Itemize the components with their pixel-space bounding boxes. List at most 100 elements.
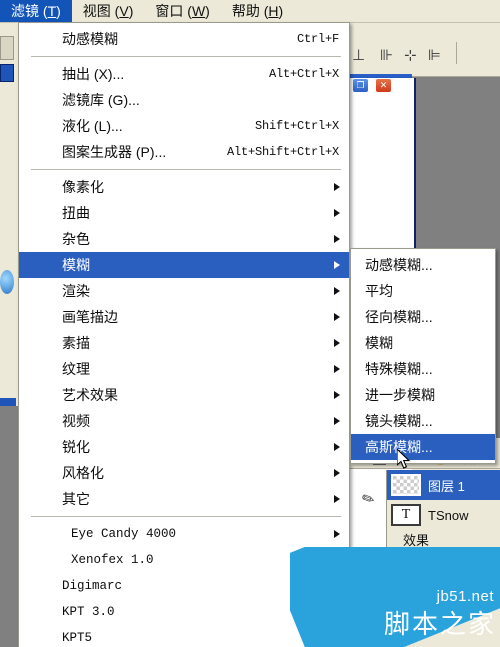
watermark-name: 脚本之家 [383,609,496,639]
menu-item[interactable]: 风格化 [19,460,349,486]
menu-item-label: 滤镜库 (G)... [62,92,140,108]
submenu-item-label: 径向模糊... [365,309,433,325]
menu-item-label: 其它 [62,491,90,507]
palette-orb-icon [0,270,14,294]
submenu-arrow-icon [334,339,340,347]
palette-button-a[interactable] [0,36,14,60]
submenu-arrow-icon [334,287,340,295]
submenu-item[interactable]: 镜头模糊... [351,408,495,434]
submenu-item-label: 动感模糊... [365,257,433,273]
menu-separator [31,169,341,170]
menu-item-label: 素描 [62,335,90,351]
layer-thumbnail-icon [391,474,421,496]
menu-item[interactable]: 图案生成器 (P)... Alt+Shift+Ctrl+X [19,139,349,165]
palette-marker [0,398,16,406]
menu-item-label: 渲染 [62,283,90,299]
layer-row[interactable]: T TSnow [387,500,500,530]
submenu-arrow-icon [334,443,340,451]
menu-item-label: 模糊 [62,257,90,273]
submenu-item[interactable]: 高斯模糊... [351,434,495,460]
menubar-item-help[interactable]: 帮助 (H) [221,0,294,22]
submenu-item[interactable]: 径向模糊... [351,304,495,330]
submenu-item[interactable]: 模糊 [351,330,495,356]
menu-item-label: 杂色 [62,231,90,247]
menu-item[interactable]: 动感模糊 Ctrl+F [19,26,349,52]
menu-item[interactable]: 其它 [19,486,349,512]
menu-item[interactable]: 视频 [19,408,349,434]
menu-item[interactable]: 素描 [19,330,349,356]
menu-item[interactable]: 画笔描边 [19,304,349,330]
menu-item[interactable]: 滤镜库 (G)... [19,87,349,113]
menubar-item-mnemonic: (H) [259,3,284,19]
menubar-item-filter[interactable]: 滤镜 (T) [0,0,72,22]
menubar-item-label: 滤镜 [11,3,39,19]
menu-item-label: Xenofex 1.0 [71,553,154,567]
layer-name: TSnow [428,507,469,523]
blur-submenu: 动感模糊... 平均径向模糊... 模糊特殊模糊... 进一步模糊镜头模糊... 高斯模… [350,248,496,464]
menu-bar: 滤镜 (T) 视图 (V) 窗口 (W) 帮助 (H) [0,0,500,23]
submenu-item-label: 进一步模糊 [365,387,435,403]
align-icon[interactable]: ⊥ [352,48,365,63]
menu-item-shortcut: Ctrl+F [296,32,339,46]
submenu-arrow-icon [334,495,340,503]
submenu-item[interactable]: 进一步模糊 [351,382,495,408]
submenu-arrow-icon [334,261,340,269]
submenu-item[interactable]: 平均 [351,278,495,304]
menu-item[interactable]: 锐化 [19,434,349,460]
menu-item-label: 抽出 (X)... [62,66,125,82]
submenu-arrow-icon [334,183,340,191]
distribute-horizontal-icon[interactable]: ⊪ [380,48,393,63]
palette-grey-fill [0,406,18,647]
menu-item[interactable]: 纹理 [19,356,349,382]
menubar-item-label: 视图 [82,3,111,19]
submenu-item-label: 特殊模糊... [365,361,433,377]
menu-item-label: 液化 (L)... [62,118,123,134]
menu-item[interactable]: 液化 (L)... Shift+Ctrl+X [19,113,349,139]
menu-item-label: KPT 3.0 [62,605,115,619]
menu-item[interactable]: 渲染 [19,278,349,304]
submenu-arrow-icon [334,391,340,399]
menubar-item-view[interactable]: 视图 (V) [72,0,145,22]
submenu-arrow-icon [334,530,340,538]
menu-item[interactable]: 像素化 [19,174,349,200]
menu-item-shortcut: Alt+Ctrl+X [268,67,339,81]
menu-item-label: 画笔描边 [62,309,118,325]
toolbar-separator [456,42,457,64]
restore-button[interactable]: ❐ [352,78,369,93]
menu-item-shortcut: Shift+Ctrl+X [254,119,339,133]
distribute-right-icon[interactable]: ⊫ [428,48,441,63]
submenu-arrow-icon [334,313,340,321]
menu-item-label: Digimarc [62,579,123,593]
submenu-arrow-icon [334,417,340,425]
menu-item-label: 像素化 [62,179,104,195]
submenu-arrow-icon [334,209,340,217]
menu-item[interactable]: 艺术效果 [19,382,349,408]
watermark: jb51.net 脚本之家 [290,547,500,647]
layer-row[interactable]: 图层 1 [387,470,500,500]
submenu-item-label: 高斯模糊... [365,439,433,455]
menu-item-label: 动感模糊 [62,31,118,47]
distribute-center-icon[interactable]: ⊹ [404,48,417,63]
submenu-item[interactable]: 动感模糊... [351,252,495,278]
watermark-url: jb51.net [436,588,494,605]
menu-separator [31,516,341,517]
app-screenshot: ⊥ ⊪ ⊹ ⊫ ❐ ✕ : ✍ ✛ 🔒 填充 ✎ 图层 1 T TSnow 效果… [0,0,500,647]
menu-item[interactable]: 抽出 (X)... Alt+Ctrl+X [19,61,349,87]
submenu-arrow-icon [334,235,340,243]
menubar-item-window[interactable]: 窗口 (W) [144,0,220,22]
menu-item[interactable]: 模糊 [19,252,349,278]
menu-item[interactable]: Eye Candy 4000 [19,521,349,547]
submenu-arrow-icon [334,365,340,373]
menu-item-label: 视频 [62,413,90,429]
submenu-item[interactable]: 特殊模糊... [351,356,495,382]
menu-item-label: 纹理 [62,361,90,377]
menubar-item-label: 窗口 [155,3,184,19]
submenu-item-label: 模糊 [365,335,393,351]
menu-separator [31,56,341,57]
close-button[interactable]: ✕ [375,78,392,93]
menu-item[interactable]: 杂色 [19,226,349,252]
menu-item[interactable]: 扭曲 [19,200,349,226]
palette-button-b[interactable] [0,64,14,82]
menu-item-label: 艺术效果 [62,387,118,403]
menu-item-label: 风格化 [62,465,104,481]
